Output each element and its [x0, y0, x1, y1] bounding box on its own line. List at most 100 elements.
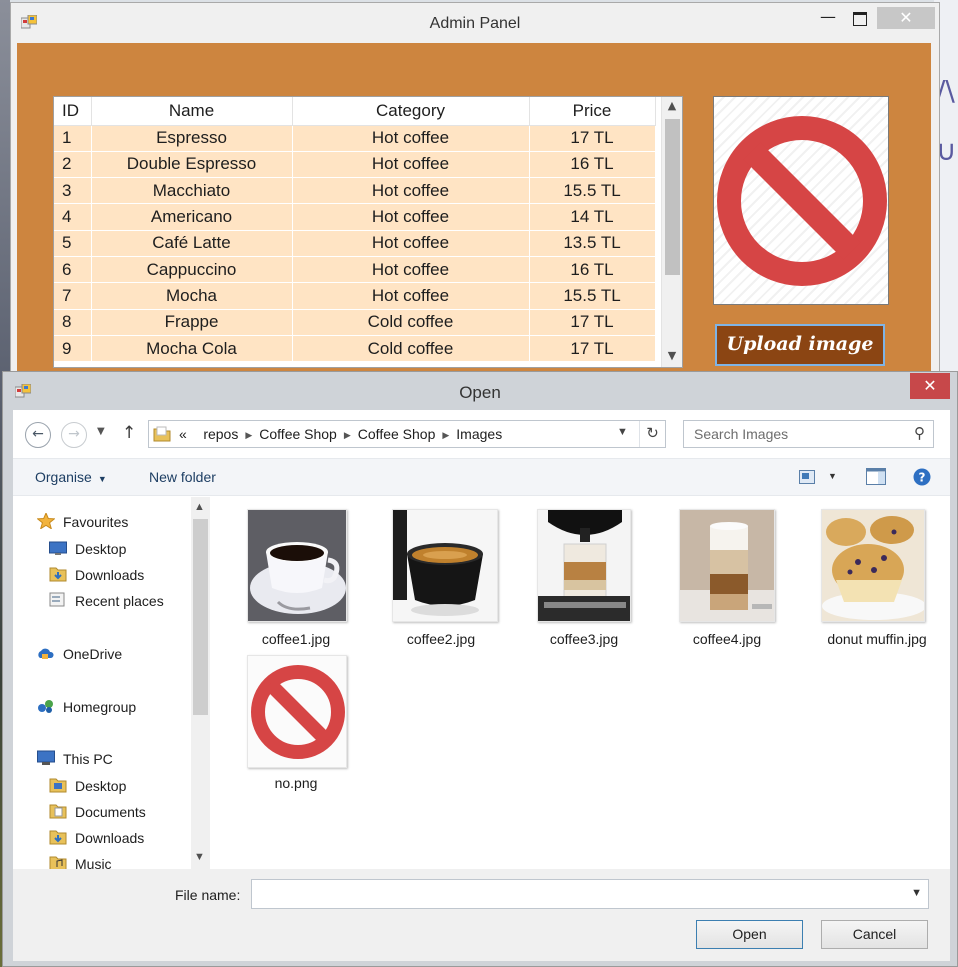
cell-name[interactable]: Mocha [91, 282, 293, 310]
breadcrumb-item-coffee-shop[interactable]: Coffee Shop [259, 426, 337, 442]
table-row[interactable]: 8 Frappe Cold coffee 17 TL [54, 309, 656, 336]
file-item-coffee3[interactable]: coffee3.jpg [514, 499, 654, 647]
close-button[interactable]: ✕ [877, 7, 935, 29]
address-bar[interactable]: « repos ▶ Coffee Shop ▶ Coffee Shop ▶ Images ▼… [148, 420, 666, 448]
grid-vertical-scrollbar[interactable]: ▲ ▼ [661, 97, 682, 367]
cell-price[interactable]: 17 TL [529, 309, 656, 336]
cell-category[interactable]: Hot coffee [292, 125, 530, 152]
cell-price[interactable]: 17 TL [529, 125, 656, 152]
cell-name[interactable]: Americano [91, 203, 293, 231]
breadcrumb-overflow[interactable]: « [179, 426, 187, 442]
column-header-category[interactable]: Category [292, 97, 530, 126]
cell-id[interactable]: 8 [54, 309, 92, 336]
search-icon[interactable]: ⚲ [914, 424, 925, 442]
onedrive-icon [38, 648, 54, 659]
chevron-right-icon[interactable]: ▶ [344, 430, 351, 441]
forward-arrow-icon[interactable]: → [61, 422, 87, 448]
admin-title-bar[interactable]: Admin Panel — ✕ [11, 3, 939, 43]
cell-id[interactable]: 7 [54, 282, 92, 310]
cell-category[interactable]: Hot coffee [292, 282, 530, 310]
cell-price[interactable]: 16 TL [529, 256, 656, 284]
cell-id[interactable]: 3 [54, 177, 92, 205]
scrollbar-thumb[interactable] [665, 119, 680, 275]
cell-id[interactable]: 2 [54, 151, 92, 179]
chevron-right-icon[interactable]: ▶ [442, 430, 449, 441]
cell-price[interactable]: 15.5 TL [529, 282, 656, 310]
recent-locations-chevron-icon[interactable]: ▼ [97, 426, 105, 437]
search-input[interactable]: Search Images ⚲ [683, 420, 934, 448]
table-row[interactable]: 3 Macchiato Hot coffee 15.5 TL [54, 177, 656, 205]
table-row[interactable]: 2 Double Espresso Hot coffee 16 TL [54, 151, 656, 179]
navigation-pane-scrollbar[interactable]: ▲ ▼ [191, 497, 210, 869]
new-folder-button[interactable]: New folder [149, 469, 216, 485]
maximize-button[interactable] [845, 7, 873, 31]
cell-price[interactable]: 13.5 TL [529, 230, 656, 257]
cell-category[interactable]: Hot coffee [292, 203, 530, 231]
cell-category[interactable]: Cold coffee [292, 335, 530, 363]
file-item-no-png[interactable]: no.png [226, 645, 366, 791]
cell-price[interactable]: 15.5 TL [529, 177, 656, 205]
cell-name[interactable]: Espresso [91, 125, 293, 152]
column-header-price[interactable]: Price [529, 97, 656, 126]
cell-category[interactable]: Hot coffee [292, 151, 530, 179]
open-button[interactable]: Open [696, 920, 803, 949]
breadcrumb-item-coffee-shop-2[interactable]: Coffee Shop [358, 426, 436, 442]
cell-price[interactable]: 17 TL [529, 335, 656, 363]
table-row[interactable]: 9 Mocha Cola Cold coffee 17 TL [54, 335, 656, 363]
downloads-folder-icon [49, 830, 67, 845]
scroll-down-icon[interactable]: ▼ [662, 347, 682, 365]
dialog-title-bar[interactable]: Open ✕ [3, 372, 957, 410]
help-icon[interactable]: ? [913, 468, 931, 486]
file-item-coffee1[interactable]: coffee1.jpg [226, 499, 366, 647]
breadcrumb-item-repos[interactable]: repos [203, 426, 238, 442]
change-view-icon[interactable] [799, 470, 815, 484]
scroll-down-icon[interactable]: ▼ [194, 851, 205, 863]
scroll-up-icon[interactable]: ▲ [662, 97, 682, 115]
address-dropdown-icon[interactable]: ▼ [617, 426, 628, 438]
file-name-field[interactable]: ▼ [251, 879, 929, 909]
chevron-down-icon[interactable]: ▼ [911, 887, 922, 899]
cell-id[interactable]: 9 [54, 335, 92, 363]
cell-price[interactable]: 16 TL [529, 151, 656, 179]
cell-name[interactable]: Café Latte [91, 230, 293, 257]
file-item-coffee4[interactable]: coffee4.jpg [657, 499, 797, 647]
column-header-id[interactable]: ID [54, 97, 92, 126]
table-row[interactable]: 4 Americano Hot coffee 14 TL [54, 203, 656, 231]
organise-menu-button[interactable]: Organise ▼ [35, 469, 107, 485]
cell-name[interactable]: Double Espresso [91, 151, 293, 179]
preview-pane-icon[interactable] [866, 468, 886, 485]
file-item-donut-muffin[interactable]: donut muffin.jpg [807, 499, 947, 647]
cell-id[interactable]: 6 [54, 256, 92, 284]
cell-id[interactable]: 1 [54, 125, 92, 152]
cell-name[interactable]: Frappe [91, 309, 293, 336]
products-grid[interactable]: ID Name Category Price 1 Espresso Hot co… [53, 96, 683, 368]
cell-category[interactable]: Hot coffee [292, 256, 530, 284]
scroll-up-icon[interactable]: ▲ [194, 501, 205, 513]
cell-name[interactable]: Mocha Cola [91, 335, 293, 363]
column-header-name[interactable]: Name [91, 97, 293, 126]
table-row[interactable]: 5 Café Latte Hot coffee 13.5 TL [54, 230, 656, 257]
cell-id[interactable]: 4 [54, 203, 92, 231]
file-item-coffee2[interactable]: coffee2.jpg [371, 499, 511, 647]
view-options-chevron-icon[interactable]: ▼ [828, 471, 837, 481]
up-arrow-icon[interactable]: ↑ [122, 423, 136, 443]
chevron-right-icon[interactable]: ▶ [245, 430, 252, 441]
cell-category[interactable]: Hot coffee [292, 230, 530, 257]
back-arrow-icon[interactable]: ← [25, 422, 51, 448]
cell-category[interactable]: Hot coffee [292, 177, 530, 205]
cell-category[interactable]: Cold coffee [292, 309, 530, 336]
dialog-close-button[interactable]: ✕ [910, 373, 950, 399]
breadcrumb-item-images[interactable]: Images [456, 426, 502, 442]
cell-name[interactable]: Macchiato [91, 177, 293, 205]
cancel-button[interactable]: Cancel [821, 920, 928, 949]
table-row[interactable]: 1 Espresso Hot coffee 17 TL [54, 125, 656, 152]
cell-name[interactable]: Cappuccino [91, 256, 293, 284]
refresh-icon[interactable]: ↻ [639, 421, 665, 447]
cell-price[interactable]: 14 TL [529, 203, 656, 231]
table-row[interactable]: 7 Mocha Hot coffee 15.5 TL [54, 282, 656, 310]
table-row[interactable]: 6 Cappuccino Hot coffee 16 TL [54, 256, 656, 284]
cell-id[interactable]: 5 [54, 230, 92, 257]
scrollbar-thumb[interactable] [193, 519, 208, 715]
upload-image-button[interactable]: Upload image [715, 324, 885, 366]
minimize-button[interactable]: — [815, 7, 841, 31]
